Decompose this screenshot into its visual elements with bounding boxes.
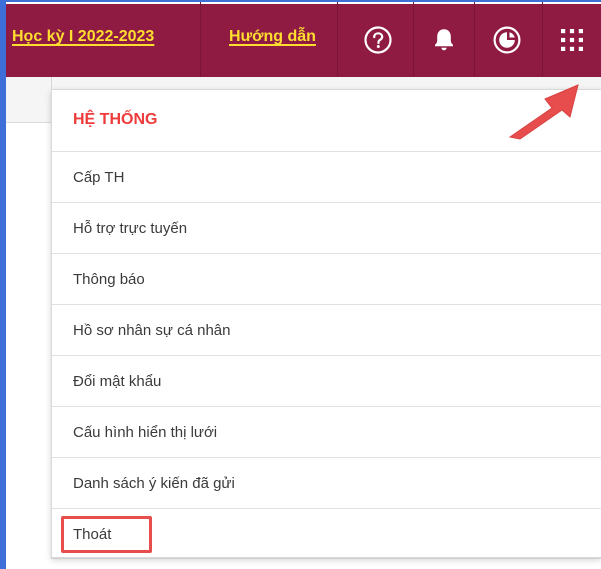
menu-item-personal-profile[interactable]: Hồ sơ nhân sự cá nhân	[52, 304, 601, 355]
menu-item-label: Cấu hình hiển thị lưới	[73, 424, 218, 441]
apps-menu-button[interactable]	[552, 20, 592, 60]
section-title: HỆ THỐNG	[73, 111, 158, 128]
menu-item-label: Hỗ trợ trực tuyến	[73, 220, 188, 237]
system-menu-list: Cấp TH Hỗ trợ trực tuyến Thông báo Hồ sơ…	[52, 151, 601, 559]
topbar-separator	[542, 2, 543, 77]
topbar-separator	[413, 2, 414, 77]
topbar-separator	[337, 2, 338, 77]
topbar-separator	[474, 2, 475, 77]
semester-link[interactable]: Học kỳ I 2022-2023	[12, 28, 154, 46]
menu-item-label: Đổi mật khẩu	[73, 373, 162, 390]
guide-link[interactable]: Hướng dẫn	[229, 28, 316, 46]
menu-item-change-password[interactable]: Đổi mật khẩu	[52, 355, 601, 406]
bell-icon	[431, 26, 457, 54]
menu-item-label: Cấp TH	[73, 169, 125, 186]
menu-item-logout[interactable]: Thoát	[52, 508, 601, 559]
menu-item-label: Thoát	[73, 526, 112, 543]
pie-chart-icon	[492, 25, 522, 55]
help-button[interactable]	[358, 20, 398, 60]
chart-button[interactable]	[487, 20, 527, 60]
dropdown-bottom-edge	[51, 558, 601, 559]
menu-item-sent-feedback[interactable]: Danh sách ý kiến đã gửi	[52, 457, 601, 508]
menu-item-label: Danh sách ý kiến đã gửi	[73, 475, 235, 492]
topbar-separator	[200, 2, 201, 77]
notification-button[interactable]	[424, 20, 464, 60]
menu-item-online-support[interactable]: Hỗ trợ trực tuyến	[52, 202, 601, 253]
menu-item-cap-th[interactable]: Cấp TH	[52, 151, 601, 202]
grid-icon	[559, 27, 585, 53]
system-dropdown-menu: HỆ THỐNG Cấp TH Hỗ trợ trực tuyến Thông …	[51, 89, 601, 558]
menu-item-notifications[interactable]: Thông báo	[52, 253, 601, 304]
menu-item-grid-display-settings[interactable]: Cấu hình hiển thị lưới	[52, 406, 601, 457]
menu-item-label: Hồ sơ nhân sự cá nhân	[73, 322, 231, 339]
menu-item-label: Thông báo	[73, 271, 145, 288]
question-circle-icon	[363, 25, 393, 55]
